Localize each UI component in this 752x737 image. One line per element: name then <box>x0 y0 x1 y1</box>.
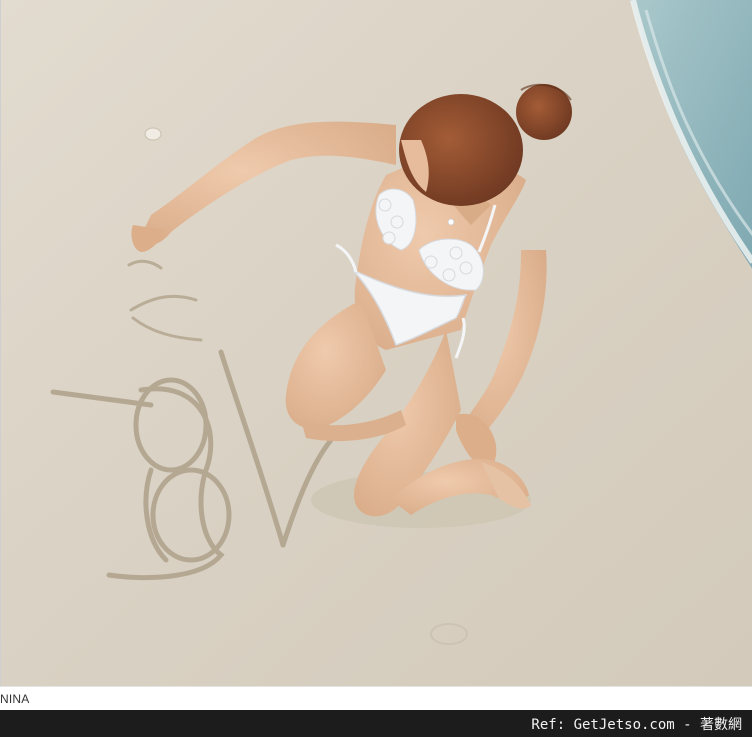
caption-bar: NINA <box>0 686 752 710</box>
photo-caption: NINA <box>0 692 30 706</box>
shell <box>144 127 162 141</box>
watermark-bar: Ref: GetJetso.com - 著數網 <box>0 710 752 737</box>
watermark-text: Ref: GetJetso.com - 著數網 <box>531 717 742 733</box>
beach-photo <box>0 0 752 686</box>
page-frame: NINA Ref: GetJetso.com - 著數網 <box>0 0 752 737</box>
